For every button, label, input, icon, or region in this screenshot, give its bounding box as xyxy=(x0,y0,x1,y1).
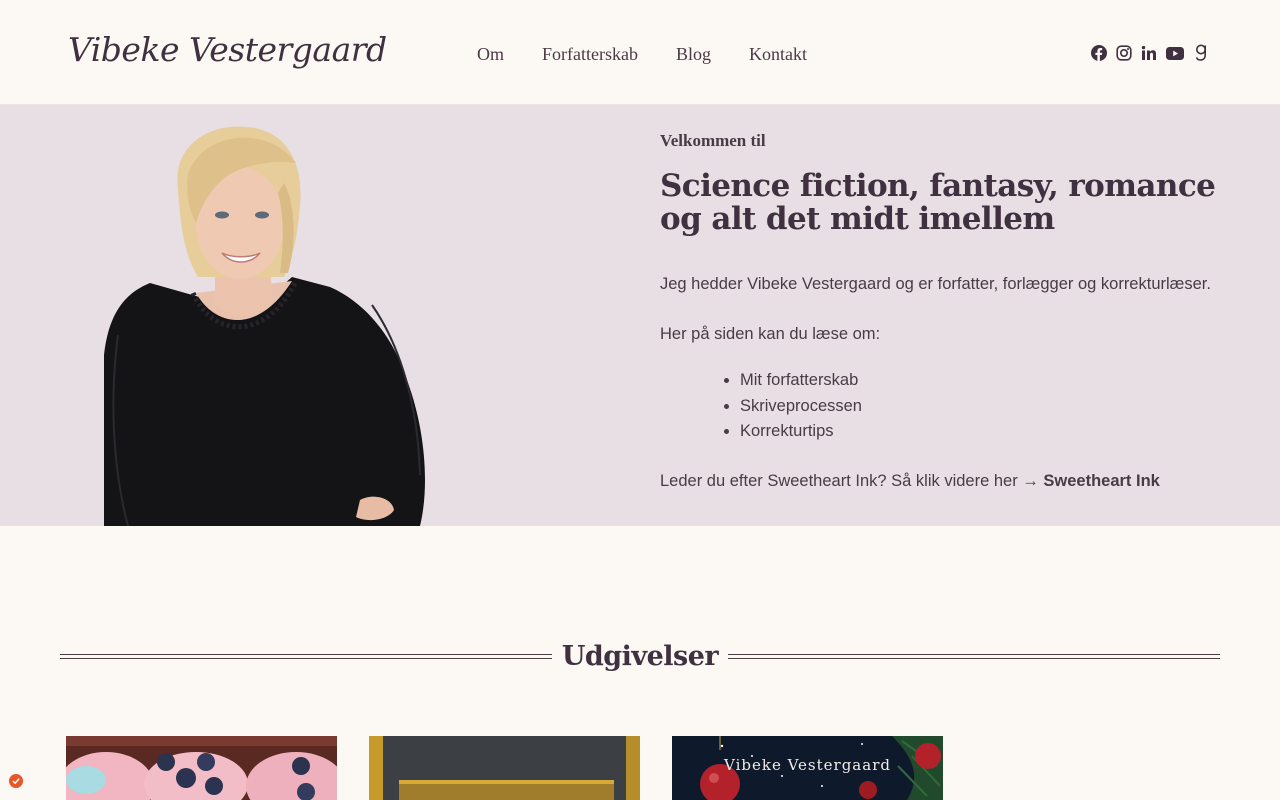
goodreads-icon[interactable] xyxy=(1193,44,1209,62)
youtube-icon[interactable] xyxy=(1166,44,1184,62)
cta-text: Leder du efter Sweetheart Ink? Så klik v… xyxy=(660,471,1039,490)
main-nav: Om Forfatterskab Blog Kontakt xyxy=(477,44,807,65)
book-grid: Vibeke Vestergaard xyxy=(66,736,943,800)
social-links xyxy=(1091,44,1209,62)
nav-forfatterskab[interactable]: Forfatterskab xyxy=(542,44,638,65)
topic-list: Mit forfatterskab Skriveprocessen Korrek… xyxy=(740,368,1220,445)
nav-kontakt[interactable]: Kontakt xyxy=(749,44,807,65)
site-header: Vibeke Vestergaard Om Forfatterskab Blog… xyxy=(0,0,1280,105)
nav-om[interactable]: Om xyxy=(477,44,504,65)
nav-blog[interactable]: Blog xyxy=(676,44,711,65)
sweetheart-ink-cta: Leder du efter Sweetheart Ink? Så klik v… xyxy=(660,469,1220,493)
divider xyxy=(728,653,1221,659)
cookie-consent-icon[interactable] xyxy=(9,774,23,788)
intro-text: Velkommen til Science fiction, fantasy, … xyxy=(660,131,1220,493)
releases-title: Udgivelser xyxy=(561,640,719,672)
hero-section: Velkommen til Science fiction, fantasy, … xyxy=(0,105,1280,526)
site-logo[interactable]: Vibeke Vestergaard xyxy=(68,30,387,69)
book-cover-cupcakes[interactable] xyxy=(66,736,337,800)
hero-headline: Science fiction, fantasy, romance og alt… xyxy=(660,168,1216,237)
list-intro: Her på siden kan du læse om: xyxy=(660,325,881,343)
instagram-icon[interactable] xyxy=(1116,44,1132,62)
topic-item: Korrekturtips xyxy=(740,419,1220,445)
intro-paragraph: Jeg hedder Vibeke Vestergaard og er forf… xyxy=(660,275,1211,293)
topic-item: Skriveprocessen xyxy=(740,394,1220,420)
topic-item: Mit forfatterskab xyxy=(740,368,1220,394)
sweetheart-ink-link[interactable]: Sweetheart Ink xyxy=(1043,472,1159,490)
releases-heading: Udgivelser xyxy=(60,636,1221,676)
book-cover-christmas[interactable]: Vibeke Vestergaard xyxy=(672,736,943,800)
book-cover-dark-title[interactable] xyxy=(369,736,640,800)
divider xyxy=(60,653,552,659)
author-portrait xyxy=(104,126,425,526)
book-cover-author: Vibeke Vestergaard xyxy=(724,756,891,774)
linkedin-icon[interactable] xyxy=(1141,44,1157,62)
welcome-kicker: Velkommen til xyxy=(660,131,766,150)
facebook-icon[interactable] xyxy=(1091,44,1107,62)
